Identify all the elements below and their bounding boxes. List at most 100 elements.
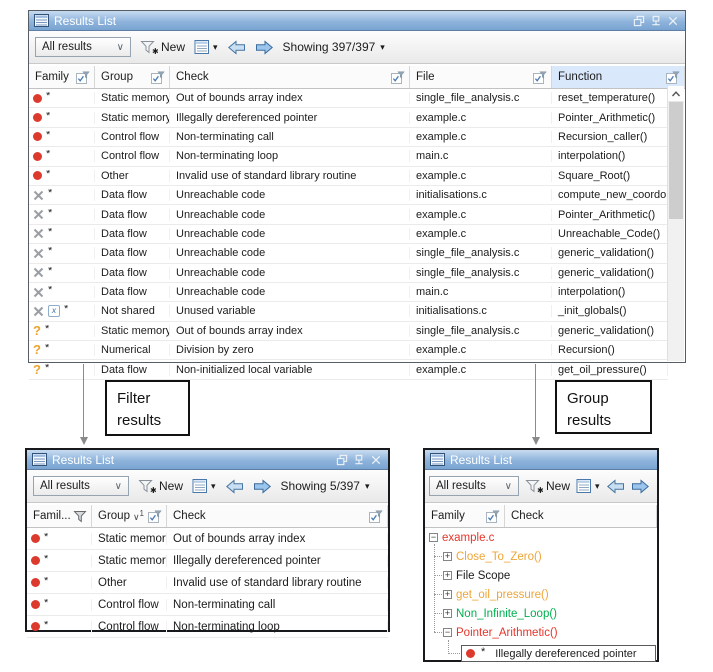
scrollbar-up-arrow-icon[interactable] — [668, 86, 684, 102]
column-header-group[interactable]: Group∨1 — [92, 505, 167, 527]
family-cell: * — [29, 112, 95, 124]
tree-node-label[interactable]: Pointer_Arithmetic() — [456, 627, 558, 639]
function-cell: Pointer_Arithmetic() — [552, 209, 668, 221]
file-cell: example.c — [410, 170, 552, 182]
close-window-icon[interactable] — [369, 453, 383, 466]
new-filter-button[interactable]: ✱ New — [525, 478, 570, 494]
check-cell: Illegally dereferenced pointer — [167, 555, 388, 567]
result-row[interactable]: *OtherInvalid use of standard library ro… — [29, 167, 668, 186]
main-table-header: FamilyGroupCheckFileFunction — [29, 66, 685, 89]
column-header-check[interactable]: Check — [167, 505, 388, 527]
result-row[interactable]: *Control flowNon-terminating loop — [27, 616, 388, 638]
column-filter-icon[interactable] — [486, 510, 500, 523]
view-options-button[interactable]: ▾ — [576, 478, 600, 494]
results-scope-dropdown[interactable]: All results ∨ — [33, 476, 129, 496]
tree-node-label[interactable]: Close_To_Zero() — [456, 551, 542, 563]
showing-count-dropdown[interactable]: Showing 5/397 ▾ — [281, 479, 370, 493]
tree-node-row[interactable]: −Pointer_Arithmetic() — [425, 623, 657, 642]
tree-node-label[interactable]: get_oil_pressure() — [456, 589, 549, 601]
next-result-button[interactable] — [253, 479, 272, 494]
result-row[interactable]: *Data flowUnreachable codesingle_file_an… — [29, 264, 668, 283]
column-filter-icon[interactable] — [73, 510, 87, 523]
pin-window-icon[interactable] — [352, 453, 366, 466]
gray-cross-icon — [33, 209, 44, 220]
float-window-icon[interactable] — [632, 14, 646, 27]
tree-node-row[interactable]: + File Scope — [425, 566, 657, 585]
results-scope-dropdown[interactable]: All results ∨ — [35, 37, 131, 57]
result-row[interactable]: *Data flowUnreachable codemain.cinterpol… — [29, 283, 668, 302]
previous-result-button[interactable] — [225, 479, 244, 494]
tree-node-row[interactable]: + get_oil_pressure() — [425, 585, 657, 604]
result-row[interactable]: *Control flowNon-terminating loopmain.ci… — [29, 147, 668, 166]
result-row[interactable]: *Data flowUnreachable codeinitialisation… — [29, 186, 668, 205]
result-row[interactable]: *Control flowNon-terminating callexample… — [29, 128, 668, 147]
result-row[interactable]: *Control flowNon-terminating call — [27, 594, 388, 616]
next-result-button[interactable] — [631, 479, 650, 494]
column-filter-icon[interactable] — [148, 510, 162, 523]
close-window-icon[interactable] — [666, 14, 680, 27]
column-header-family[interactable]: Family — [425, 505, 505, 527]
tree-node-row[interactable]: + Non_Infinite_Loop() — [425, 604, 657, 623]
result-row[interactable]: *Static memoryIllegally dereferenced poi… — [27, 550, 388, 572]
new-filter-button[interactable]: ✱ New — [138, 478, 183, 494]
column-filter-icon[interactable] — [391, 71, 405, 84]
family-cell: ?* — [29, 364, 95, 376]
showing-count-dropdown[interactable]: Showing 397/397 ▾ — [283, 40, 385, 54]
tree-node-label[interactable]: File Scope — [456, 570, 510, 582]
view-options-button[interactable]: ▾ — [192, 478, 216, 494]
previous-result-button[interactable] — [227, 40, 246, 55]
column-header-check[interactable]: Check — [170, 66, 410, 88]
function-cell: generic_validation() — [552, 267, 668, 279]
expand-node-icon[interactable]: + — [443, 590, 452, 599]
result-row[interactable]: *Static memoryIllegally dereferenced poi… — [29, 108, 668, 127]
result-row[interactable]: *Data flowUnreachable codeexample.cPoint… — [29, 205, 668, 224]
float-window-icon[interactable] — [335, 453, 349, 466]
scrollbar-thumb[interactable] — [669, 102, 683, 219]
results-scope-dropdown[interactable]: All results ∨ — [429, 476, 519, 496]
column-header-file[interactable]: File — [410, 66, 552, 88]
group-cell: Other — [92, 577, 167, 589]
titlebar[interactable]: Results List — [425, 450, 657, 470]
next-result-button[interactable] — [255, 40, 274, 55]
column-header-check[interactable]: Check — [505, 505, 657, 527]
column-filter-icon[interactable] — [151, 71, 165, 84]
column-header-famil[interactable]: Famil... — [27, 505, 92, 527]
tree-node-row[interactable]: −example.c — [425, 528, 657, 547]
titlebar[interactable]: Results List — [29, 11, 685, 31]
tree-node-row[interactable]: + Close_To_Zero() — [425, 547, 657, 566]
titlebar[interactable]: Results List — [27, 450, 388, 470]
previous-result-button[interactable] — [606, 479, 625, 494]
new-result-star: * — [48, 286, 52, 296]
expand-node-icon[interactable]: + — [443, 552, 452, 561]
column-filter-icon[interactable] — [666, 71, 680, 84]
expand-node-icon[interactable]: + — [443, 571, 452, 580]
tree-node-label[interactable]: example.c — [442, 532, 494, 544]
result-row[interactable]: *OtherInvalid use of standard library ro… — [27, 572, 388, 594]
tree-node-label[interactable]: Non_Infinite_Loop() — [456, 608, 557, 620]
result-row[interactable]: *Static memoryOut of bounds array index — [27, 528, 388, 550]
column-filter-icon[interactable] — [76, 71, 90, 84]
caret-down-icon: ▾ — [211, 481, 216, 492]
column-header-group[interactable]: Group — [95, 66, 170, 88]
result-row[interactable]: ?*Data flowNon-initialized local variabl… — [29, 360, 668, 379]
view-options-button[interactable]: ▾ — [194, 39, 218, 55]
results-tree: −example.c+Close_To_Zero()+File Scope+ge… — [425, 528, 657, 665]
result-row[interactable]: x*Not sharedUnused variableinitialisatio… — [29, 302, 668, 321]
pin-window-icon[interactable] — [649, 14, 663, 27]
result-row[interactable]: *Data flowUnreachable codeexample.cUnrea… — [29, 225, 668, 244]
column-header-function[interactable]: Function — [552, 66, 685, 88]
selected-result-box[interactable]: *Illegally dereferenced pointer — [461, 645, 656, 662]
new-filter-button[interactable]: ✱ New — [140, 39, 185, 55]
column-filter-icon[interactable] — [533, 71, 547, 84]
result-row[interactable]: *Data flowUnreachable codesingle_file_an… — [29, 244, 668, 263]
tree-leaf-row[interactable]: *Illegally dereferenced pointer — [425, 642, 657, 665]
collapse-node-icon[interactable]: − — [443, 628, 452, 637]
result-row[interactable]: *Static memoryOut of bounds array indexs… — [29, 89, 668, 108]
column-filter-icon[interactable] — [369, 510, 383, 523]
result-row[interactable]: ?*NumericalDivision by zeroexample.cRecu… — [29, 341, 668, 360]
vertical-scrollbar[interactable] — [667, 86, 684, 361]
collapse-node-icon[interactable]: − — [429, 533, 438, 542]
column-header-family[interactable]: Family — [29, 66, 95, 88]
result-row[interactable]: ?*Static memoryOut of bounds array index… — [29, 322, 668, 341]
expand-node-icon[interactable]: + — [443, 609, 452, 618]
